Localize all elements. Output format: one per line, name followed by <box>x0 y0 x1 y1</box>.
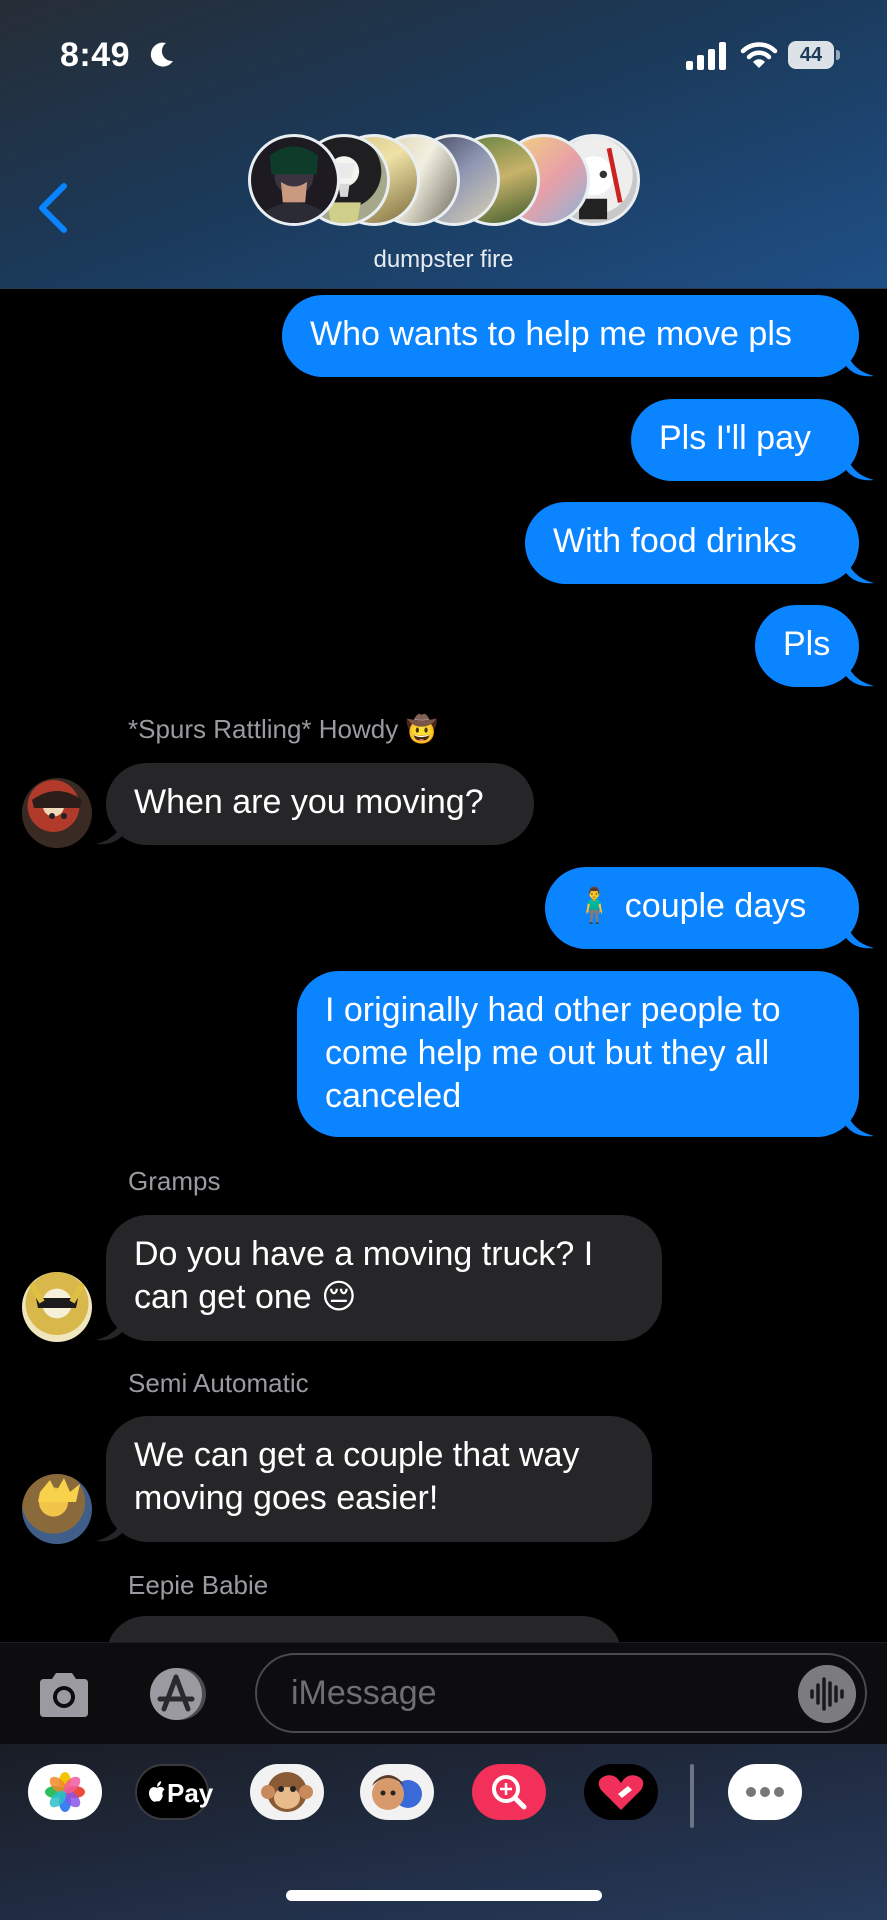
sent-message[interactable]: Who wants to help me move pls <box>282 295 859 377</box>
message-text: Pls I'll pay <box>659 419 811 457</box>
message-composer <box>0 1642 887 1745</box>
bubble-tail <box>846 658 874 687</box>
messages-screen: 8:49 44 dumpster fire Who wants to help … <box>0 0 887 1920</box>
bubble-tail <box>846 555 874 584</box>
message-text: When are you moving? <box>134 783 484 821</box>
message-text: Who wants to help me move pls <box>310 315 792 353</box>
bubble-tail <box>96 1513 124 1542</box>
sender-name: *Spurs Rattling* Howdy 🤠 <box>128 714 438 744</box>
message-text: 🧍‍♂️ couple days <box>573 887 807 925</box>
bubble-tail <box>846 920 874 949</box>
sent-message[interactable]: Pls <box>755 605 859 687</box>
moon-icon <box>150 42 173 67</box>
group-name[interactable]: dumpster fire <box>0 246 887 274</box>
received-message[interactable]: When are you moving? <box>106 763 534 845</box>
sender-name: Semi Automatic <box>128 1368 309 1398</box>
bubble-tail <box>96 816 124 845</box>
sent-message[interactable]: I originally had other people to come he… <box>297 971 859 1137</box>
bubble-tail <box>846 1108 874 1137</box>
sent-message[interactable]: 🧍‍♂️ couple days <box>545 867 859 949</box>
participant-avatar <box>248 134 340 226</box>
app-store-icon[interactable] <box>142 1665 216 1723</box>
bubble-tail <box>846 452 874 481</box>
sender-name: Eepie Babie <box>128 1570 269 1600</box>
battery-icon: 44 <box>788 41 840 71</box>
message-text: I originally had other people to come he… <box>325 991 781 1115</box>
image-search-icon[interactable] <box>472 1764 546 1820</box>
bubble-tail <box>846 348 874 377</box>
more-icon[interactable] <box>728 1764 802 1820</box>
sent-message[interactable]: With food drinks <box>525 502 859 584</box>
digital-touch-icon[interactable] <box>584 1764 658 1820</box>
apple-pay-icon[interactable]: Pay <box>135 1764 213 1820</box>
drawer-divider <box>690 1764 694 1828</box>
conversation-header: 8:49 44 dumpster fire <box>0 0 887 289</box>
bubble-tail <box>96 1312 124 1341</box>
cellular-signal-icon <box>686 42 726 70</box>
photos-icon[interactable] <box>28 1764 102 1820</box>
received-message[interactable]: We can get a couple that way moving goes… <box>106 1416 652 1542</box>
monkey-memoji-icon[interactable] <box>250 1764 324 1820</box>
sender-avatar[interactable] <box>22 778 92 848</box>
home-indicator[interactable] <box>286 1890 602 1901</box>
sent-message[interactable]: Pls I'll pay <box>631 399 859 481</box>
app-drawer: Pay <box>0 1744 887 1920</box>
message-input[interactable] <box>255 1653 867 1733</box>
group-avatars[interactable] <box>248 134 640 230</box>
sender-avatar[interactable] <box>22 1272 92 1342</box>
message-text: Do you have a moving truck? I can get on… <box>134 1235 594 1316</box>
back-button[interactable] <box>32 180 76 236</box>
received-message[interactable]: Do you have a moving truck? I can get on… <box>106 1215 662 1341</box>
memoji-stickers-icon[interactable] <box>360 1764 434 1820</box>
message-text: With food drinks <box>553 522 797 560</box>
apple-logo-icon <box>148 1781 165 1802</box>
sender-name: Gramps <box>128 1166 221 1196</box>
audio-message-icon[interactable] <box>798 1665 856 1723</box>
apple-pay-label: Pay <box>167 1778 214 1808</box>
status-time: 8:49 <box>60 36 131 74</box>
camera-icon[interactable] <box>36 1671 92 1719</box>
battery-level: 44 <box>799 44 823 66</box>
sender-avatar[interactable] <box>22 1474 92 1544</box>
message-text: Pls <box>783 625 831 663</box>
message-text: We can get a couple that way moving goes… <box>134 1436 580 1517</box>
wifi-icon <box>740 42 778 68</box>
